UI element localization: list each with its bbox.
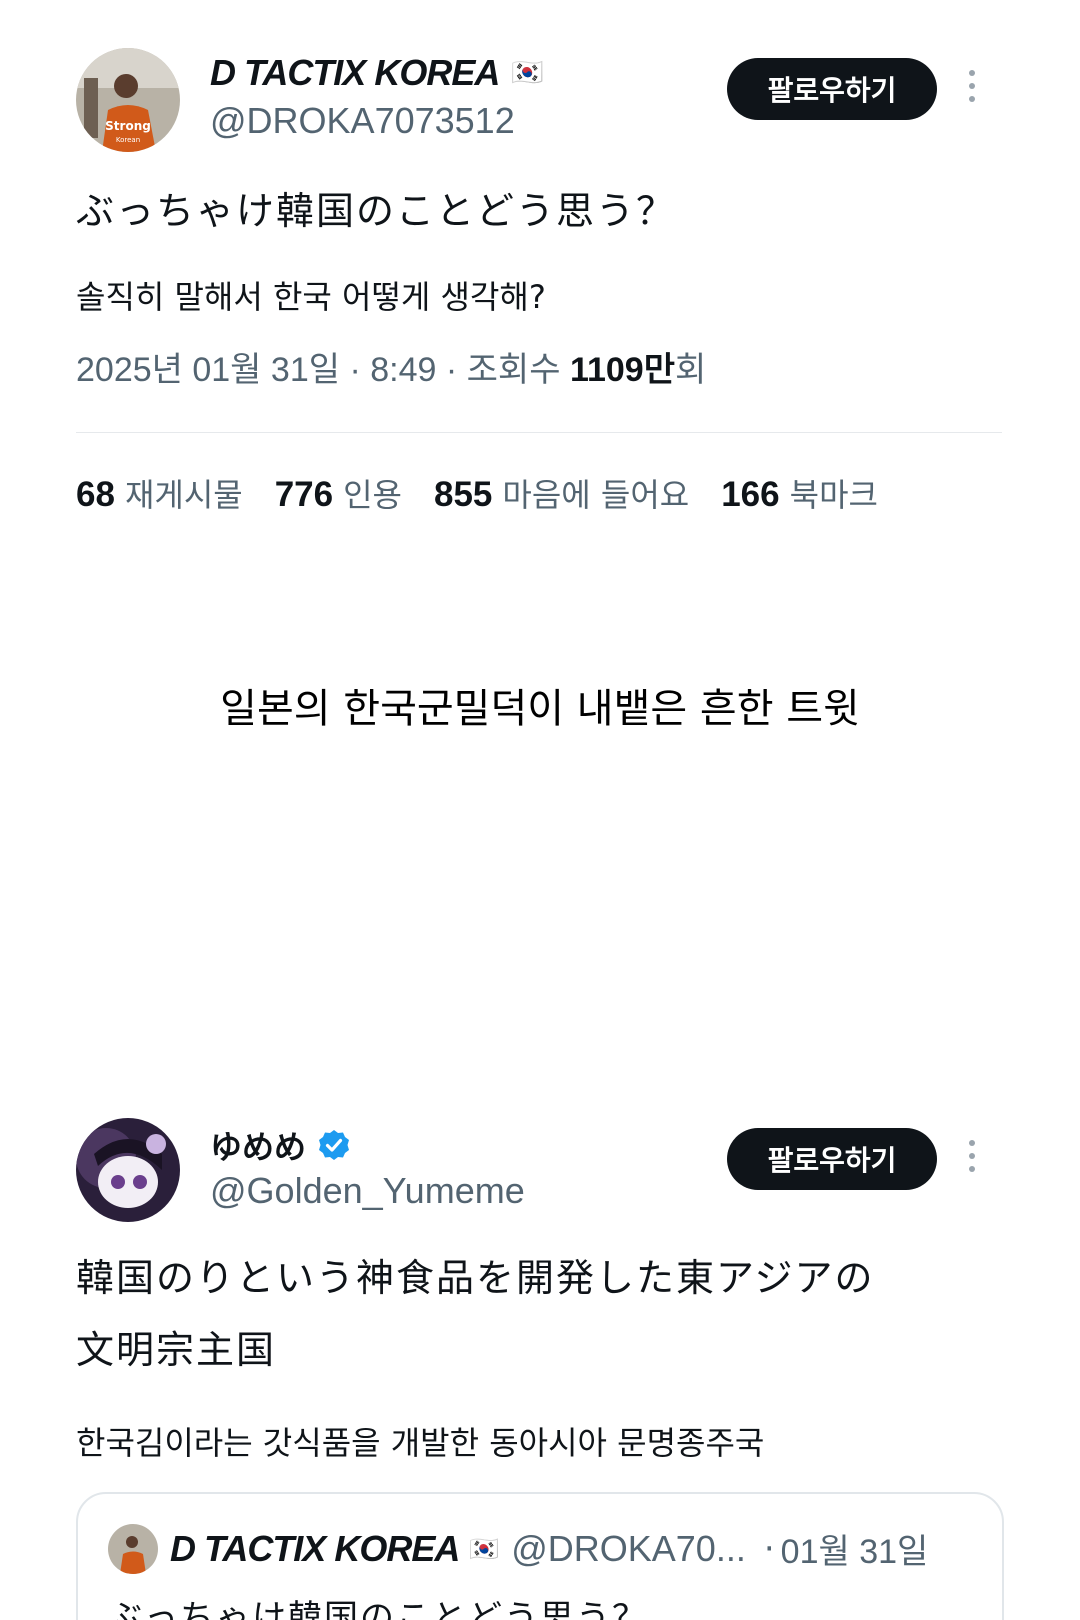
tweet-text-line: 文明宗主国 [76, 1328, 277, 1372]
tweet-2: ゆめめ @Golden_Yumeme 팔로우하기 [0, 1118, 1080, 1228]
meta-separator: · [436, 351, 467, 389]
follow-button[interactable]: 팔로우하기 [727, 1128, 937, 1190]
stat-label: 인용 [343, 476, 402, 514]
caption-text: 일본의 한국군밀덕이 내뱉은 흔한 트윗 [220, 686, 860, 732]
svg-text:Korean: Korean [116, 136, 140, 144]
quoted-display-name: D TACTIX KOREA [170, 1527, 460, 1569]
quoted-header: D TACTIX KOREA 🇰🇷 @DROKA70... · 01월 31일 [170, 1524, 928, 1573]
stat-label: 마음에 들어요 [502, 476, 690, 514]
name-row: ゆめめ [210, 1122, 350, 1168]
tweet-date[interactable]: 2025년 01월 31일 [76, 351, 340, 389]
korea-flag-icon: 🇰🇷 [469, 1534, 500, 1563]
quoted-handle: @DROKA70... [511, 1527, 746, 1569]
quoted-text: ぶっちゃけ韓国のことどう思う？ [108, 1598, 648, 1620]
more-vertical-icon[interactable] [966, 70, 978, 106]
tweet-1-header: Strong Korean D TACTIX KOREA 🇰🇷 @DROKA70… [76, 48, 1006, 152]
avatar[interactable]: Strong Korean [76, 48, 180, 152]
tweet-2-header: ゆめめ @Golden_Yumeme 팔로우하기 [76, 1118, 1006, 1222]
user-handle[interactable]: @Golden_Yumeme [210, 1170, 525, 1212]
stat-value: 68 [76, 475, 115, 514]
stat-value: 855 [434, 475, 493, 514]
avatar [108, 1524, 158, 1574]
tweet-time[interactable]: 8:49 [370, 351, 436, 389]
tweet-meta: 2025년 01월 31일 · 8:49 · 조회수 1109만회 [76, 342, 706, 391]
meta-separator: · [763, 1528, 775, 1569]
tweet-text: ぶっちゃけ韓国のことどう思う？ [76, 189, 677, 233]
tweet-text: 韓国のりという神食品を開発した東アジアの 文明宗主国 [76, 1242, 1006, 1386]
more-vertical-icon[interactable] [966, 1140, 978, 1176]
engagement-stats: 68 재게시물 776 인용 855 마음에 들어요 166 북마크 [76, 470, 910, 516]
stat-reposts[interactable]: 68 재게시물 [76, 470, 243, 516]
stat-label: 북마크 [789, 476, 878, 514]
user-handle[interactable]: @DROKA7073512 [210, 100, 515, 142]
stat-value: 776 [274, 475, 334, 514]
stat-bookmarks[interactable]: 166 북마크 [721, 470, 878, 516]
divider [76, 432, 1002, 433]
views-count: 1109만 [569, 351, 675, 389]
svg-text:Strong: Strong [105, 119, 151, 133]
meta-separator: · [340, 351, 371, 389]
display-name[interactable]: D TACTIX KOREA [210, 52, 500, 94]
views-label: 조회수 [466, 351, 570, 389]
verified-badge-icon [318, 1129, 350, 1161]
tweet-translation: 한국김이라는 갓식품을 개발한 동아시아 문명종주국 [76, 1424, 765, 1462]
quoted-tweet-card[interactable]: D TACTIX KOREA 🇰🇷 @DROKA70... · 01월 31일 … [76, 1492, 1004, 1620]
follow-button[interactable]: 팔로우하기 [727, 58, 937, 120]
quoted-date: 01월 31일 [780, 1533, 929, 1571]
stat-label: 재게시물 [124, 476, 243, 514]
name-row: D TACTIX KOREA 🇰🇷 [210, 52, 544, 94]
stat-likes[interactable]: 855 마음에 들어요 [434, 470, 689, 516]
avatar[interactable] [76, 1118, 180, 1222]
korea-flag-icon: 🇰🇷 [511, 58, 544, 88]
views-suffix: 회 [674, 351, 707, 389]
display-name[interactable]: ゆめめ [210, 1122, 306, 1168]
stat-quotes[interactable]: 776 인용 [275, 470, 402, 516]
tweet-translation: 솔직히 말해서 한국 어떻게 생각해? [76, 278, 546, 316]
tweet-text-line: 韓国のりという神食品を開発した東アジアの [76, 1256, 875, 1300]
stat-value: 166 [721, 475, 780, 514]
